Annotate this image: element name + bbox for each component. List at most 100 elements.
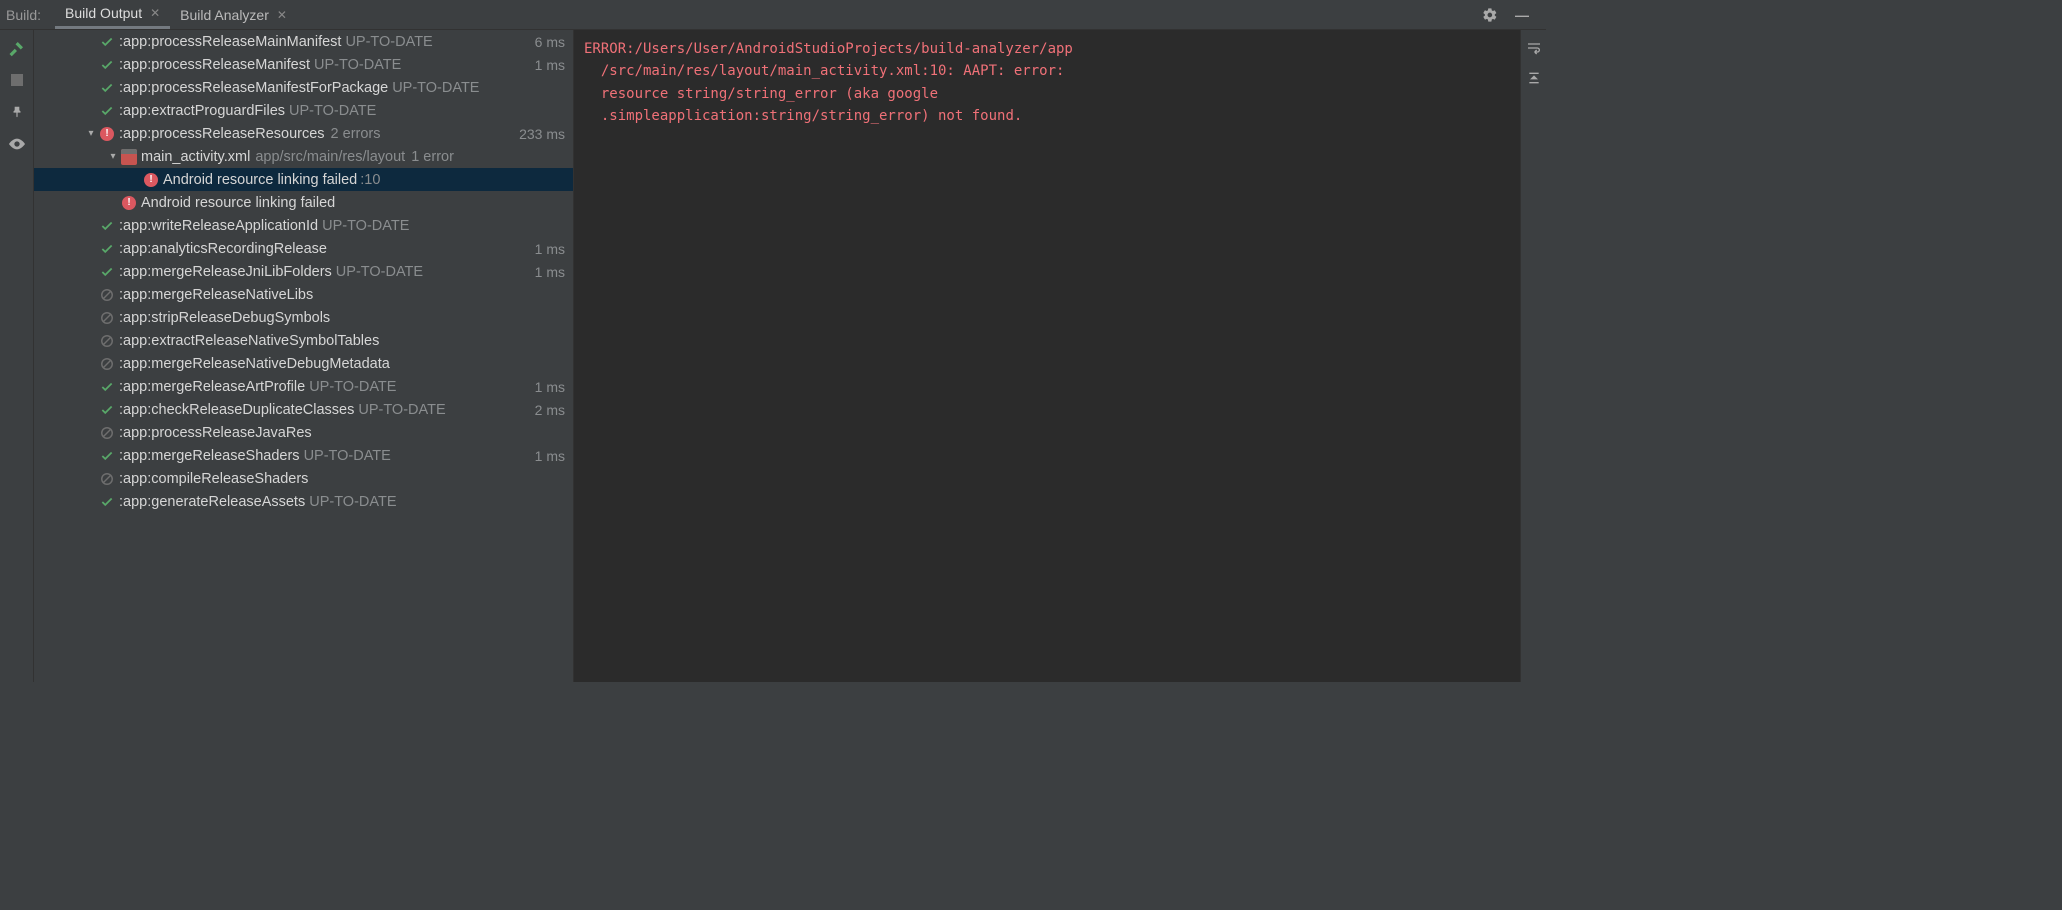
error-count: 2 errors — [331, 126, 381, 142]
task-label: :app:processReleaseMainManifest — [119, 34, 341, 50]
tree-row[interactable]: :app:mergeReleaseNativeLibs — [34, 283, 573, 306]
tree-row[interactable]: :app:checkReleaseDuplicateClassesUP-TO-D… — [34, 398, 573, 421]
tree-row[interactable]: !Android resource linking failed — [34, 191, 573, 214]
tab-label: Build Analyzer — [180, 7, 269, 23]
tree-row[interactable]: :app:processReleaseJavaRes — [34, 421, 573, 444]
skip-icon — [98, 311, 116, 325]
tree-row[interactable]: :app:writeReleaseApplicationIdUP-TO-DATE — [34, 214, 573, 237]
task-status: UP-TO-DATE — [336, 264, 423, 280]
task-label: main_activity.xml — [141, 149, 250, 165]
settings-icon[interactable] — [1480, 5, 1500, 25]
skip-icon — [98, 472, 116, 486]
task-label: Android resource linking failed — [163, 172, 357, 188]
error-icon: ! — [120, 196, 138, 210]
close-icon[interactable]: ✕ — [277, 8, 287, 22]
tree-row[interactable]: :app:compileReleaseShaders — [34, 467, 573, 490]
build-label: Build: — [6, 7, 41, 23]
tree-row[interactable]: :app:processReleaseManifestUP-TO-DATE1 m… — [34, 53, 573, 76]
task-duration: 1 ms — [535, 241, 565, 257]
main-area: :app:processReleaseMainManifest UP-TO-DAT… — [0, 30, 1546, 682]
task-status: UP-TO-DATE — [322, 218, 409, 234]
task-status: UP-TO-DATE — [304, 448, 391, 464]
task-status: UP-TO-DATE — [289, 103, 376, 119]
check-icon — [98, 81, 116, 95]
task-duration: 1 ms — [535, 57, 565, 73]
left-toolbar — [0, 30, 34, 682]
task-duration: 6 ms — [535, 34, 565, 50]
check-icon — [98, 380, 116, 394]
tree-row[interactable]: ▾!:app:processReleaseResources2 errors23… — [34, 122, 573, 145]
tree-row[interactable]: ▾ main_activity.xml app/src/main/res/layou… — [34, 145, 573, 168]
tree-row[interactable]: :app:processReleaseManifestForPackageUP-… — [34, 76, 573, 99]
tab-build-analyzer[interactable]: Build Analyzer ✕ — [170, 0, 297, 29]
task-label: :app:mergeReleaseNativeLibs — [119, 287, 313, 303]
tree-row[interactable]: :app:extractReleaseNativeSymbolTables — [34, 329, 573, 352]
eye-icon[interactable] — [7, 134, 27, 154]
task-label: :app:extractProguardFiles — [119, 103, 285, 119]
skip-icon — [98, 426, 116, 440]
scroll-to-end-icon[interactable] — [1524, 68, 1544, 88]
check-icon — [98, 35, 116, 49]
task-duration: 1 ms — [535, 264, 565, 280]
close-icon[interactable]: ✕ — [150, 6, 160, 20]
check-icon — [98, 449, 116, 463]
task-label: :app:extractReleaseNativeSymbolTables — [119, 333, 379, 349]
file-path: app/src/main/res/layout — [255, 149, 405, 165]
build-tree[interactable]: :app:processReleaseMainManifest UP-TO-DAT… — [34, 30, 574, 682]
tree-row[interactable]: !Android resource linking failed:10 — [34, 168, 573, 191]
task-label: :app:writeReleaseApplicationId — [119, 218, 318, 234]
task-label: :app:mergeReleaseNativeDebugMetadata — [119, 356, 390, 372]
tree-row[interactable]: :app:generateReleaseAssetsUP-TO-DATE — [34, 490, 573, 513]
tab-build-output[interactable]: Build Output ✕ — [55, 0, 170, 29]
task-label: :app:mergeReleaseArtProfile — [119, 379, 305, 395]
soft-wrap-icon[interactable] — [1524, 38, 1544, 58]
line-number: :10 — [360, 172, 380, 188]
task-label: :app:generateReleaseAssets — [119, 494, 305, 510]
task-status: UP-TO-DATE — [309, 494, 396, 510]
task-label: :app:checkReleaseDuplicateClasses — [119, 402, 354, 418]
task-label: Android resource linking failed — [141, 195, 335, 211]
task-status: UP-TO-DATE — [314, 57, 401, 73]
check-icon — [98, 403, 116, 417]
tree-row[interactable]: :app:mergeReleaseJniLibFoldersUP-TO-DATE… — [34, 260, 573, 283]
task-label: :app:compileReleaseShaders — [119, 471, 308, 487]
tree-row[interactable]: :app:mergeReleaseNativeDebugMetadata — [34, 352, 573, 375]
tree-row[interactable]: :app:processReleaseMainManifestUP-TO-DAT… — [34, 30, 573, 53]
skip-icon — [98, 288, 116, 302]
task-label: :app:mergeReleaseJniLibFolders — [119, 264, 332, 280]
check-icon — [98, 104, 116, 118]
chevron-down-icon[interactable]: ▾ — [106, 151, 120, 162]
error-icon: ! — [98, 127, 116, 141]
check-icon — [98, 219, 116, 233]
tree-row[interactable]: :app:extractProguardFilesUP-TO-DATE — [34, 99, 573, 122]
hammer-icon[interactable] — [7, 38, 27, 58]
chevron-down-icon[interactable]: ▾ — [84, 128, 98, 139]
stop-icon[interactable] — [7, 70, 27, 90]
skip-icon — [98, 334, 116, 348]
task-duration: 1 ms — [535, 448, 565, 464]
error-icon: ! — [142, 173, 160, 187]
task-status: UP-TO-DATE — [309, 379, 396, 395]
error-details[interactable]: ERROR:/Users/User/AndroidStudioProjects/… — [574, 30, 1520, 682]
pin-icon[interactable] — [7, 102, 27, 122]
minimize-icon[interactable]: — — [1512, 5, 1532, 25]
check-icon — [98, 495, 116, 509]
right-toolbar — [1520, 30, 1546, 682]
check-icon — [98, 58, 116, 72]
task-status: UP-TO-DATE — [358, 402, 445, 418]
task-label: :app:processReleaseJavaRes — [119, 425, 312, 441]
tree-row[interactable]: :app:analyticsRecordingRelease1 ms — [34, 237, 573, 260]
tabs: Build Output ✕ Build Analyzer ✕ — [55, 0, 1480, 29]
tree-row[interactable]: :app:mergeReleaseArtProfileUP-TO-DATE1 m… — [34, 375, 573, 398]
check-icon — [98, 242, 116, 256]
task-duration: 2 ms — [535, 402, 565, 418]
tree-row[interactable]: :app:mergeReleaseShadersUP-TO-DATE 1 ms — [34, 444, 573, 467]
tree-row[interactable]: :app:stripReleaseDebugSymbols — [34, 306, 573, 329]
task-duration: 233 ms — [519, 126, 565, 142]
task-label: :app:mergeReleaseShaders — [119, 448, 300, 464]
tab-label: Build Output — [65, 5, 142, 21]
task-label: :app:processReleaseManifestForPackage — [119, 80, 388, 96]
skip-icon — [98, 357, 116, 371]
task-label: :app:stripReleaseDebugSymbols — [119, 310, 330, 326]
header-actions: — — [1480, 5, 1540, 25]
